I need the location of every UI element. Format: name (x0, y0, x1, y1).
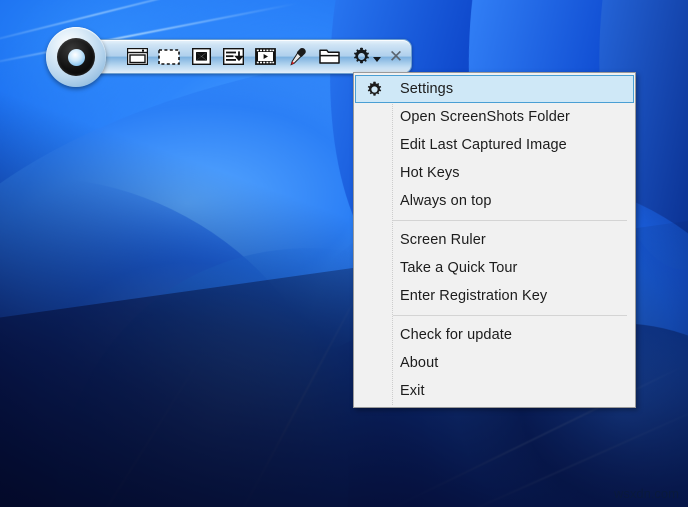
menu-item-take-a-quick-tour[interactable]: Take a Quick Tour (355, 254, 634, 282)
menu-item-always-on-top[interactable]: Always on top (355, 187, 634, 215)
region-select-icon (158, 48, 180, 65)
menu-item-label: Open ScreenShots Folder (400, 109, 570, 125)
menu-item-open-screenshots-folder[interactable]: Open ScreenShots Folder (355, 103, 634, 131)
menu-item-label: Enter Registration Key (400, 288, 548, 304)
menu-item-hot-keys[interactable]: Hot Keys (355, 159, 634, 187)
menu-separator (393, 220, 627, 221)
menu-item-screen-ruler[interactable]: Screen Ruler (355, 226, 634, 254)
menu-item-edit-last-captured-image[interactable]: Edit Last Captured Image (355, 131, 634, 159)
menu-item-label: Take a Quick Tour (400, 260, 518, 276)
menu-item-exit[interactable]: Exit (355, 377, 634, 405)
menu-item-settings[interactable]: Settings (355, 75, 634, 103)
menu-item-label: Screen Ruler (400, 232, 486, 248)
capture-scrolling-button[interactable] (218, 43, 248, 71)
eyedropper-icon (289, 48, 306, 66)
capture-toolbar: ✕ (92, 39, 412, 74)
gear-icon (367, 81, 381, 96)
fullscreen-arrows-icon (191, 48, 211, 65)
camera-lens-logo-icon (57, 38, 95, 76)
settings-context-menu: Settings Open ScreenShots Folder Edit La… (353, 72, 636, 408)
menu-item-label: Exit (400, 383, 425, 399)
window-capture-icon (126, 48, 148, 65)
menu-item-check-for-update[interactable]: Check for update (355, 321, 634, 349)
chevron-down-icon[interactable] (373, 57, 381, 62)
record-video-button[interactable] (250, 43, 280, 71)
menu-item-label: Always on top (400, 193, 492, 209)
menu-item-label: Hot Keys (400, 165, 460, 181)
scrolling-capture-icon (222, 48, 244, 65)
menu-item-label: Settings (400, 81, 454, 97)
lens-core (67, 48, 85, 66)
desktop-screen: ✕ Settings Open ScreenShots Folder Edit … (0, 0, 688, 507)
menu-item-about[interactable]: About (355, 349, 634, 377)
menu-item-label: About (400, 355, 439, 371)
menu-item-label: Edit Last Captured Image (400, 137, 567, 153)
capture-region-button[interactable] (154, 43, 184, 71)
color-picker-button[interactable] (282, 43, 312, 71)
close-button[interactable]: ✕ (387, 48, 405, 65)
watermark: wsxdn.com (613, 486, 679, 501)
film-strip-play-icon (254, 48, 276, 65)
gear-icon (353, 47, 369, 64)
menu-item-enter-registration-key[interactable]: Enter Registration Key (355, 282, 634, 310)
menu-item-icon-slot (356, 81, 392, 98)
open-folder-button[interactable] (314, 43, 344, 71)
app-logo-button[interactable] (46, 27, 106, 87)
menu-separator (393, 315, 627, 316)
capture-fullscreen-button[interactable] (186, 43, 216, 71)
settings-menu-button[interactable] (346, 43, 376, 71)
menu-item-label: Check for update (400, 327, 513, 343)
folder-icon (318, 49, 340, 64)
capture-window-button[interactable] (122, 43, 152, 71)
